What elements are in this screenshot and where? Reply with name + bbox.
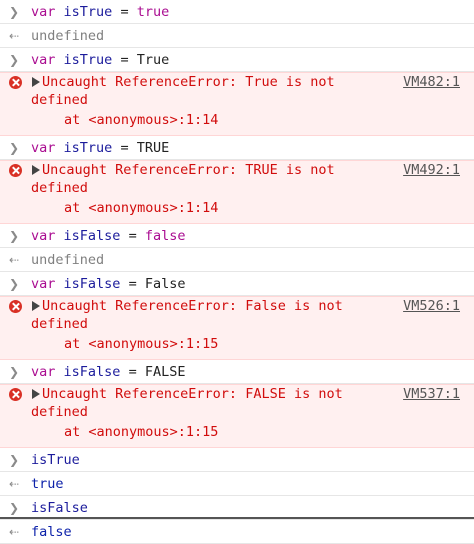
source-link[interactable]: VM537:1 (403, 385, 460, 403)
arrow-left-icon: ⇠ (9, 477, 20, 491)
chevron-right-icon: ❯ (9, 141, 20, 155)
error-message: Uncaught ReferenceError: FALSE is not de… (31, 386, 351, 420)
error-message: Uncaught ReferenceError: TRUE is not def… (31, 162, 343, 196)
code-identifier: isFalse (31, 500, 88, 516)
console-input-row: ❯ var isTrue = TRUE (0, 136, 474, 160)
result-value: undefined (31, 28, 105, 44)
stack-trace-line: at <anonymous>:1:15 (64, 336, 219, 352)
chevron-right-icon: ❯ (9, 53, 20, 67)
code-identifier: isFalse (63, 364, 121, 380)
code-value: false (144, 228, 186, 244)
input-code: var isFalse = false (31, 224, 186, 248)
console-result-row: ⇠ undefined (0, 24, 474, 48)
arrow-left-icon: ⇠ (9, 253, 20, 267)
code-keyword: var (31, 52, 56, 68)
result-value: false (31, 524, 72, 540)
console-result-row: ⇠ true (0, 472, 474, 496)
error-message: Uncaught ReferenceError: False is not de… (31, 298, 351, 332)
code-operator: = (120, 52, 129, 68)
source-link[interactable]: VM492:1 (403, 161, 460, 179)
input-code: var isFalse = FALSE (31, 360, 186, 384)
input-code: var isTrue = True (31, 48, 169, 72)
input-code: var isTrue = TRUE (31, 136, 169, 160)
error-message: Uncaught ReferenceError: True is not def… (31, 74, 343, 108)
console-input-row: ❯ var isTrue = true (0, 0, 474, 24)
console-result-row: ⇠ false (0, 520, 474, 544)
code-identifier: isTrue (63, 52, 113, 68)
chevron-right-icon: ❯ (9, 365, 20, 379)
code-identifier: isTrue (63, 4, 113, 20)
stack-trace-line: at <anonymous>:1:15 (64, 424, 219, 440)
error-circle-icon (9, 300, 22, 313)
stack-trace-line: at <anonymous>:1:14 (64, 112, 219, 128)
code-identifier: isTrue (31, 452, 80, 468)
arrow-left-icon: ⇠ (9, 525, 20, 539)
arrow-left-icon: ⇠ (9, 29, 20, 43)
chevron-right-icon: ❯ (9, 277, 20, 291)
code-keyword: var (31, 364, 56, 380)
console-input-row: ❯ var isFalse = False (0, 272, 474, 296)
code-operator: = (128, 276, 137, 292)
console-log: ❯ var isTrue = true ⇠ undefined ❯ var isTrue … (0, 0, 474, 544)
source-link[interactable]: VM482:1 (403, 73, 460, 91)
console-result-row: ⇠ undefined (0, 248, 474, 272)
code-value: False (144, 276, 186, 292)
console-input-row: ❯ var isTrue = True (0, 48, 474, 72)
code-keyword: var (31, 140, 56, 156)
code-operator: = (128, 228, 137, 244)
code-keyword: var (31, 228, 56, 244)
code-operator: = (128, 364, 137, 380)
result-value: undefined (31, 252, 105, 268)
console-error-row: Uncaught ReferenceError: False is not de… (0, 296, 474, 360)
error-circle-icon (9, 76, 22, 89)
code-value: FALSE (144, 364, 186, 380)
chevron-right-icon: ❯ (9, 453, 20, 467)
input-code: var isTrue = true (31, 0, 169, 24)
code-identifier: isFalse (63, 276, 121, 292)
source-link[interactable]: VM526:1 (403, 297, 460, 315)
code-keyword: var (31, 4, 56, 20)
console-input-row: ❯ var isFalse = FALSE (0, 360, 474, 384)
input-code: isTrue (31, 448, 80, 472)
console-error-row: Uncaught ReferenceError: TRUE is not def… (0, 160, 474, 224)
code-value: TRUE (136, 140, 170, 156)
code-operator: = (120, 140, 129, 156)
error-circle-icon (9, 164, 22, 177)
error-circle-icon (9, 388, 22, 401)
stack-trace-line: at <anonymous>:1:14 (64, 200, 219, 216)
code-identifier: isFalse (63, 228, 121, 244)
chevron-right-icon: ❯ (9, 229, 20, 243)
code-identifier: isTrue (63, 140, 113, 156)
code-value: True (136, 52, 170, 68)
code-operator: = (120, 4, 129, 20)
input-code: var isFalse = False (31, 272, 186, 296)
console-error-row: Uncaught ReferenceError: True is not def… (0, 72, 474, 136)
console-input-row: ❯ var isFalse = false (0, 224, 474, 248)
console-input-row: ❯ isTrue (0, 448, 474, 472)
result-value: true (31, 476, 64, 492)
code-keyword: var (31, 276, 56, 292)
console-error-row: Uncaught ReferenceError: FALSE is not de… (0, 384, 474, 448)
chevron-right-icon: ❯ (9, 5, 20, 19)
code-value: true (136, 4, 170, 20)
